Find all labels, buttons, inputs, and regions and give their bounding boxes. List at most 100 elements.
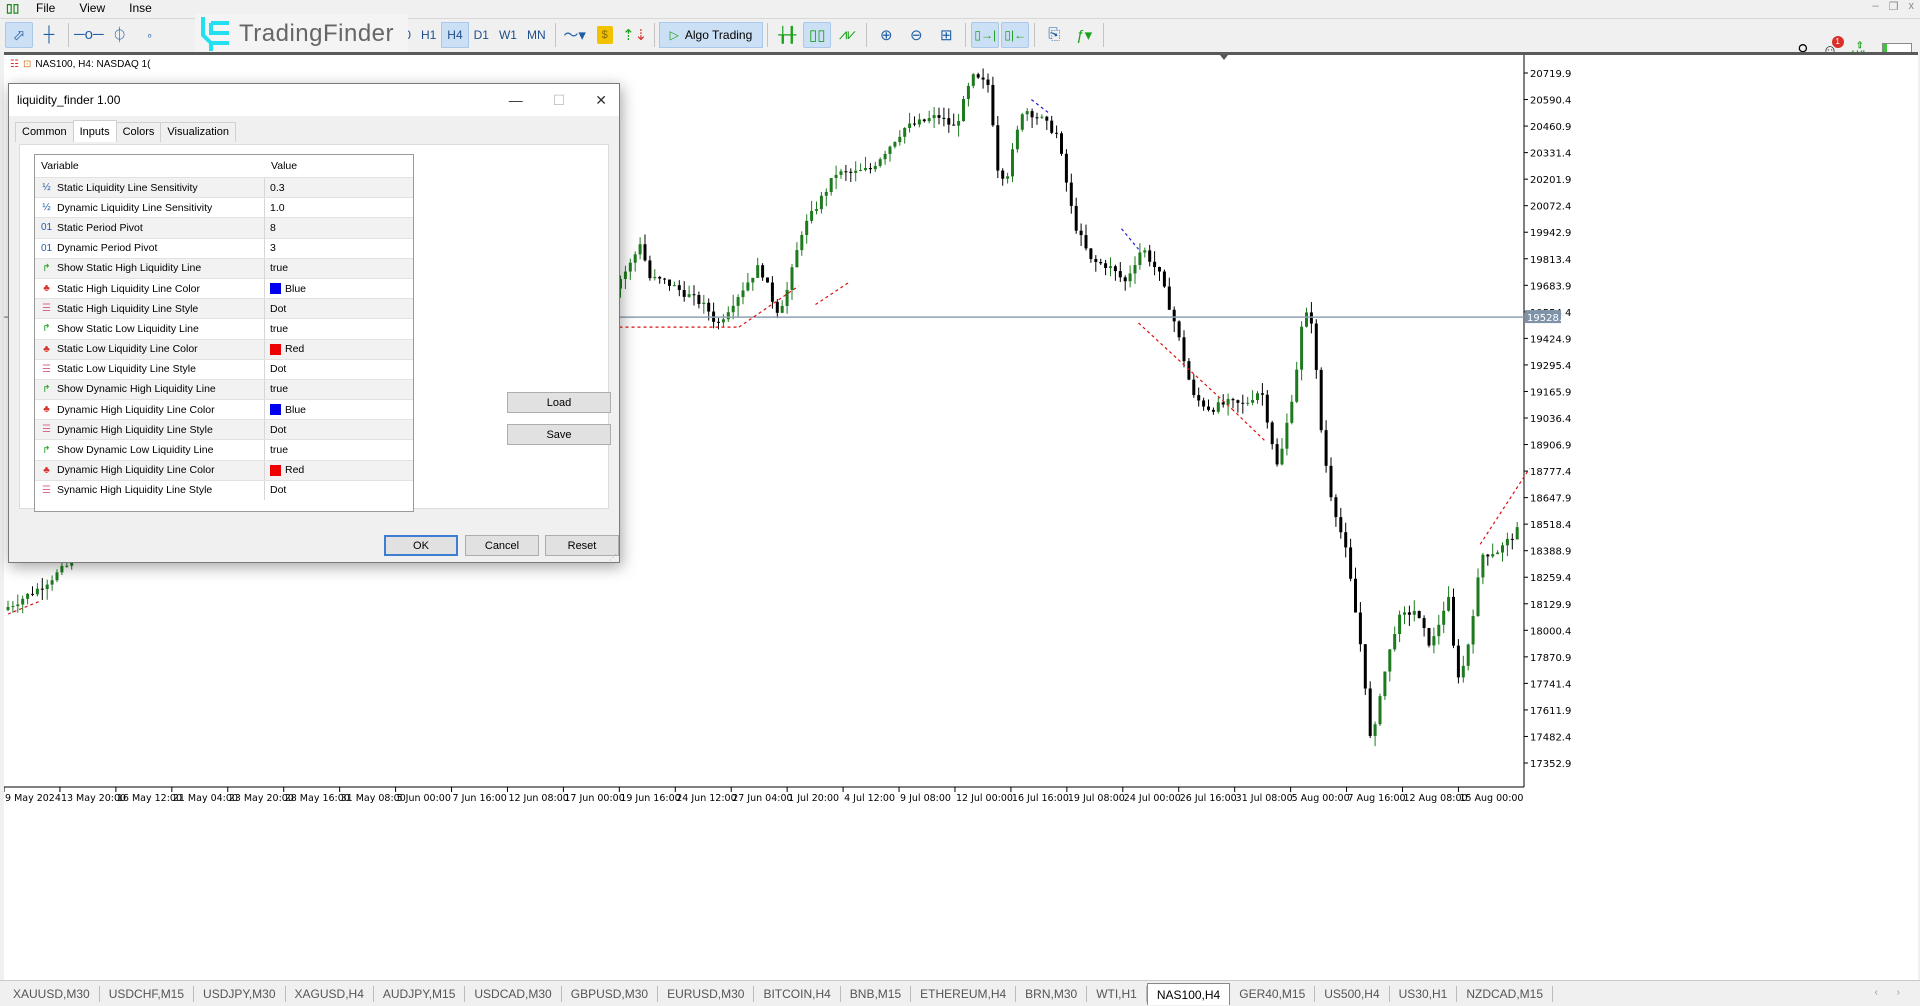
value-cell[interactable]: Dot bbox=[265, 484, 286, 496]
bullish-candle bbox=[1290, 401, 1294, 423]
crosshair-button[interactable]: ┼ bbox=[35, 22, 63, 48]
value-cell[interactable]: true bbox=[265, 323, 288, 335]
symbol-tab[interactable]: AUDJPY,M15 bbox=[374, 985, 466, 1002]
bullish-candle bbox=[21, 598, 25, 605]
trade-button[interactable]: $ bbox=[591, 22, 619, 48]
resize-grip-icon[interactable]: ⋰ bbox=[609, 553, 617, 562]
menu-file[interactable]: File bbox=[24, 1, 67, 15]
dialog-titlebar[interactable]: liquidity_finder 1.00 — ☐ ✕ bbox=[9, 84, 619, 116]
timeframe-d1[interactable]: D1 bbox=[469, 22, 494, 48]
value-cell[interactable]: Red bbox=[265, 343, 304, 355]
value-cell[interactable]: 1.0 bbox=[265, 202, 285, 214]
algo-trading-button[interactable]: ▷ Algo Trading bbox=[658, 21, 764, 48]
symbol-tab[interactable]: BRN,M30 bbox=[1016, 985, 1088, 1002]
bar-chart-icon: ╁╂ bbox=[778, 26, 797, 44]
menu-view[interactable]: View bbox=[67, 1, 117, 15]
symbol-tab[interactable]: ETHEREUM,H4 bbox=[911, 985, 1017, 1002]
chart-shift-marker[interactable] bbox=[1220, 55, 1228, 60]
value-cell[interactable]: 3 bbox=[265, 242, 276, 254]
value-cell[interactable]: Blue bbox=[265, 283, 306, 295]
table-row[interactable]: ↱ Show Dynamic High Liquidity Line true bbox=[35, 378, 413, 400]
restore-icon[interactable]: ❐ bbox=[1889, 0, 1899, 13]
value-cell[interactable]: 8 bbox=[265, 222, 276, 234]
table-row[interactable]: ↱ Show Static Low Liquidity Line true bbox=[35, 318, 413, 339]
table-row[interactable]: ♣ Static High Liquidity Line Color Blue bbox=[35, 277, 413, 299]
more-tools-button[interactable]: ₒ bbox=[136, 22, 164, 48]
tab-inputs[interactable]: Inputs bbox=[72, 120, 117, 142]
chart-type-dropdown[interactable]: 〜▾ bbox=[561, 22, 589, 48]
symbol-tab[interactable]: XAUUSD,M30 bbox=[4, 985, 100, 1002]
variable-name: Show Static Low Liquidity Line bbox=[57, 322, 199, 335]
table-row[interactable]: ☰ Synamic High Liquidity Line Style Dot bbox=[35, 479, 413, 500]
symbol-tab[interactable]: USDCAD,M30 bbox=[465, 985, 562, 1002]
symbol-tab[interactable]: EURUSD,M30 bbox=[658, 985, 755, 1002]
symbol-tab[interactable]: USDCHF,M15 bbox=[100, 985, 195, 1002]
symbol-tab[interactable]: US30,H1 bbox=[1390, 985, 1458, 1002]
symbol-tab[interactable]: USDJPY,M30 bbox=[194, 985, 286, 1002]
zoom-in-button[interactable]: ⊕ bbox=[872, 22, 900, 48]
horizontal-line-button[interactable]: ─o─ bbox=[74, 22, 104, 48]
candlestick-chart-button[interactable]: ▯▯ bbox=[803, 21, 832, 48]
zoom-out-button[interactable]: ⊖ bbox=[902, 22, 930, 48]
timeframe-h1[interactable]: H1 bbox=[416, 22, 441, 48]
table-row[interactable]: ½ Static Liquidity Line Sensitivity 0.3 bbox=[35, 177, 413, 198]
symbol-tab[interactable]: GBPUSD,M30 bbox=[562, 985, 659, 1002]
dialog-maximize-icon[interactable]: ☐ bbox=[553, 92, 566, 109]
table-row[interactable]: ☰ Static Low Liquidity Line Style Dot bbox=[35, 358, 413, 379]
table-row[interactable]: ☰ Static High Liquidity Line Style Dot bbox=[35, 298, 413, 319]
reset-button[interactable]: Reset bbox=[545, 535, 619, 556]
value-cell[interactable]: true bbox=[265, 444, 288, 456]
indicators-dropdown[interactable]: ƒ▾ bbox=[1070, 22, 1098, 48]
screenshot-button[interactable]: ⎘ bbox=[1040, 22, 1068, 48]
vertical-line-button[interactable]: ⏀ bbox=[106, 22, 134, 48]
tab-visualization[interactable]: Visualization bbox=[160, 122, 236, 142]
timeframe-w1[interactable]: W1 bbox=[494, 22, 522, 48]
ok-button[interactable]: OK bbox=[384, 535, 458, 556]
menu-insert[interactable]: Inse bbox=[117, 1, 164, 15]
cursor-tool-button[interactable]: ⬀ bbox=[5, 21, 33, 48]
symbol-tab[interactable]: NAS100,H4 bbox=[1146, 982, 1231, 1005]
value-cell[interactable]: Blue bbox=[265, 404, 306, 416]
cancel-button[interactable]: Cancel bbox=[465, 535, 539, 556]
value-cell[interactable]: Red bbox=[265, 464, 304, 476]
table-row[interactable]: 01 Dynamic Period Pivot 3 bbox=[35, 237, 413, 258]
table-row[interactable]: ☰ Dynamic High Liquidity Line Style Dot bbox=[35, 419, 413, 440]
table-row[interactable]: ♣ Static Low Liquidity Line Color Red bbox=[35, 338, 413, 359]
buy-sell-button[interactable]: ⇡⇣ bbox=[621, 22, 649, 48]
symbol-tab[interactable]: NZDCAD,M15 bbox=[1457, 985, 1554, 1002]
table-row[interactable]: ↱ Show Dynamic Low Liquidity Line true bbox=[35, 439, 413, 460]
tab-scroll-arrows[interactable]: ‹ › bbox=[1875, 987, 1908, 998]
auto-scroll-button[interactable]: ▯→| bbox=[971, 21, 1000, 48]
tab-colors[interactable]: Colors bbox=[115, 122, 162, 142]
symbol-tab[interactable]: XAGUSD,H4 bbox=[286, 985, 374, 1002]
minimize-icon[interactable]: – bbox=[1873, 0, 1879, 13]
save-button[interactable]: Save bbox=[507, 424, 611, 445]
bar-chart-button[interactable]: ╁╂ bbox=[773, 22, 801, 48]
table-row[interactable]: ↱ Show Static High Liquidity Line true bbox=[35, 257, 413, 278]
table-row[interactable]: ♣ Dynamic High Liquidity Line Color Blue bbox=[35, 399, 413, 420]
timeframe-h4[interactable]: H4 bbox=[441, 21, 469, 48]
symbol-tab[interactable]: WTI,H1 bbox=[1087, 985, 1147, 1002]
tab-common[interactable]: Common bbox=[15, 122, 74, 142]
value-cell[interactable]: true bbox=[265, 383, 288, 395]
symbol-tab[interactable]: GER40,M15 bbox=[1230, 985, 1316, 1002]
symbol-tab[interactable]: BNB,M15 bbox=[841, 985, 912, 1002]
chart-shift-button[interactable]: ▯|← bbox=[1001, 21, 1030, 48]
load-button[interactable]: Load bbox=[507, 392, 611, 413]
dialog-close-icon[interactable]: ✕ bbox=[595, 92, 607, 109]
symbol-tab[interactable]: BITCOIN,H4 bbox=[754, 985, 841, 1002]
value-cell[interactable]: true bbox=[265, 262, 288, 274]
tile-windows-button[interactable]: ⊞ bbox=[932, 22, 960, 48]
value-cell[interactable]: Dot bbox=[265, 363, 286, 375]
value-cell[interactable]: Dot bbox=[265, 303, 286, 315]
table-row[interactable]: 01 Static Period Pivot 8 bbox=[35, 217, 413, 238]
line-chart-button[interactable]: ⩘⩗ bbox=[833, 22, 861, 48]
symbol-tab[interactable]: US500,H4 bbox=[1315, 985, 1390, 1002]
value-cell[interactable]: Dot bbox=[265, 424, 286, 436]
dialog-minimize-icon[interactable]: — bbox=[509, 92, 523, 109]
value-cell[interactable]: 0.3 bbox=[265, 182, 285, 194]
table-row[interactable]: ♣ Dynamic High Liquidity Line Color Red bbox=[35, 459, 413, 480]
close-icon[interactable]: x bbox=[1909, 0, 1915, 13]
table-row[interactable]: ½ Dynamic Liquidity Line Sensitivity 1.0 bbox=[35, 197, 413, 218]
timeframe-mn[interactable]: MN bbox=[522, 22, 551, 48]
